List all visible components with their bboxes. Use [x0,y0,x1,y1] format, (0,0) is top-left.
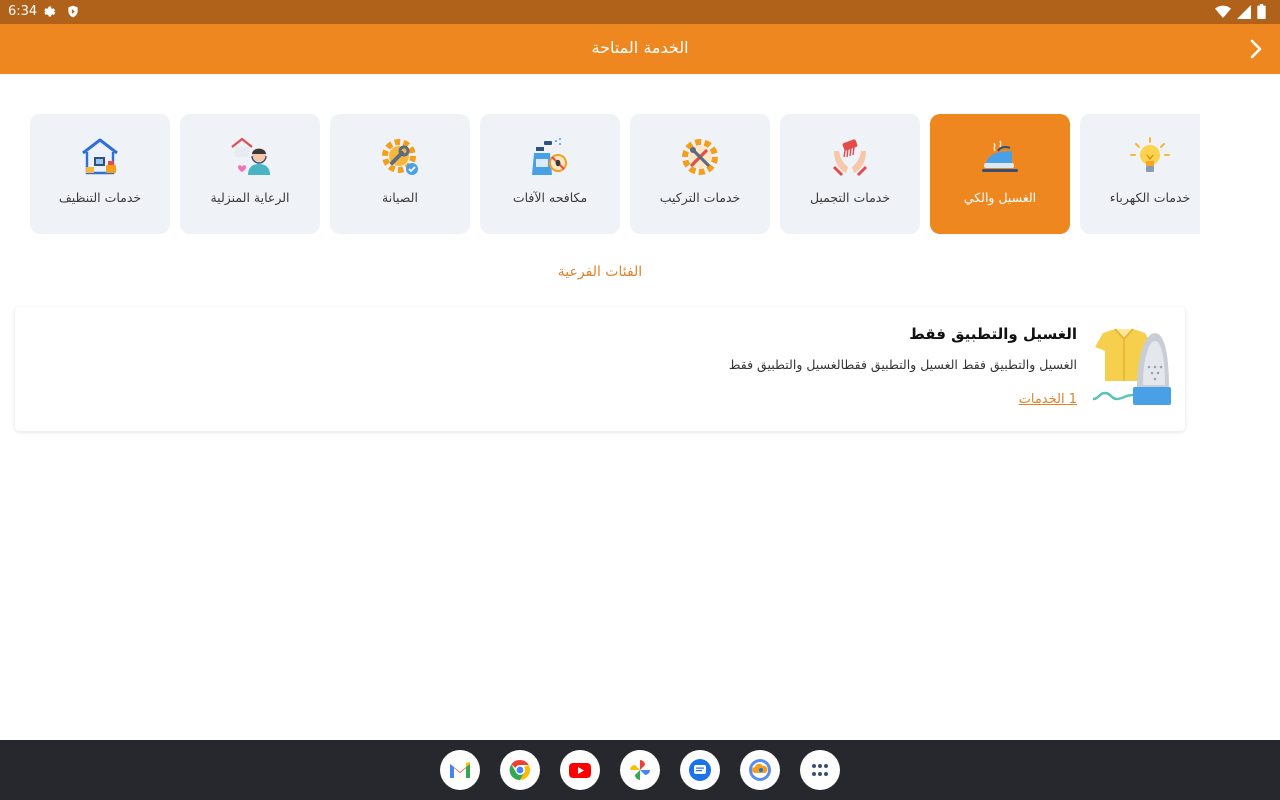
category-label: خدمات التركيب [659,190,741,205]
category-label: مكافحه الآفات [512,190,588,205]
chrome-icon [509,759,531,781]
category-card-pest-control[interactable]: مكافحه الآفات [480,114,620,234]
maintenance-gear-icon [382,139,418,175]
app-bar: الخدمة المتاحة [0,24,1280,74]
app-launcher[interactable] [800,750,840,790]
pest-spray-icon [532,138,567,175]
cloud-app-icon [749,759,771,781]
gmail-app[interactable] [440,750,480,790]
launcher-icon [812,764,828,776]
taskbar [0,740,1280,800]
category-card-beauty[interactable]: خدمات التجميل [780,114,920,234]
category-card-installation[interactable]: خدمات التركيب [630,114,770,234]
category-label: خدمات التجميل [809,190,891,205]
settings-gear-icon [44,6,56,17]
photos-icon [630,760,650,780]
youtube-app[interactable] [560,750,600,790]
lightbulb-icon [1130,137,1170,172]
youtube-icon [569,763,591,778]
category-card-electrical[interactable]: خدمات الكهرباء [1080,114,1200,234]
page-title: الخدمة المتاحة [591,38,689,57]
subcategory-card[interactable]: الغسيل والتطبيق فقط الغسيل والتطبيق فقط … [15,307,1185,431]
gmail-icon [450,762,470,778]
services-count-link[interactable]: 1 الخدمات [1019,392,1077,407]
home-care-icon [231,137,270,175]
category-label: الغسيل والكي [963,190,1037,205]
category-card-maintenance[interactable]: الصيانة [330,114,470,234]
beauty-hands-icon [832,139,868,177]
category-card-home-care[interactable]: الرعاية المنزلية [180,114,320,234]
subcategories-heading: الفئات الفرعية [557,264,643,280]
status-bar: 6:34 [0,0,1280,24]
status-time: 6:34 [8,4,38,19]
subcategory-description: الغسيل والتطبيق فقط الغسيل والتطبيق فقطا… [728,357,1077,372]
category-list[interactable]: خدمات الكهرباء الغسيل والكي خدمات التجمي… [30,114,1200,234]
tools-gear-icon [682,139,718,175]
signal-icon [1237,4,1251,19]
iron-icon [982,140,1018,172]
messages-icon [689,759,711,781]
status-indicators [1215,4,1266,19]
shield-icon [68,5,78,18]
chrome-app[interactable] [500,750,540,790]
photos-app[interactable] [620,750,660,790]
wifi-icon [1215,5,1231,18]
house-cleaning-icon [82,138,118,175]
shirt-and-iron-icon [1092,328,1171,405]
subcategory-name: الغسيل والتطبيق فقط [909,325,1077,343]
category-label: خدمات الكهرباء [1109,190,1191,205]
cloud-app[interactable] [740,750,780,790]
category-card-cleaning[interactable]: خدمات التنظيف [30,114,170,234]
battery-icon [1257,4,1266,19]
category-label: الرعاية المنزلية [210,190,290,205]
messages-app[interactable] [680,750,720,790]
category-label: الصيانة [382,190,418,205]
category-card-laundry[interactable]: الغسيل والكي [930,114,1070,234]
category-label: خدمات التنظيف [58,190,142,205]
back-chevron-icon[interactable] [1246,38,1266,60]
